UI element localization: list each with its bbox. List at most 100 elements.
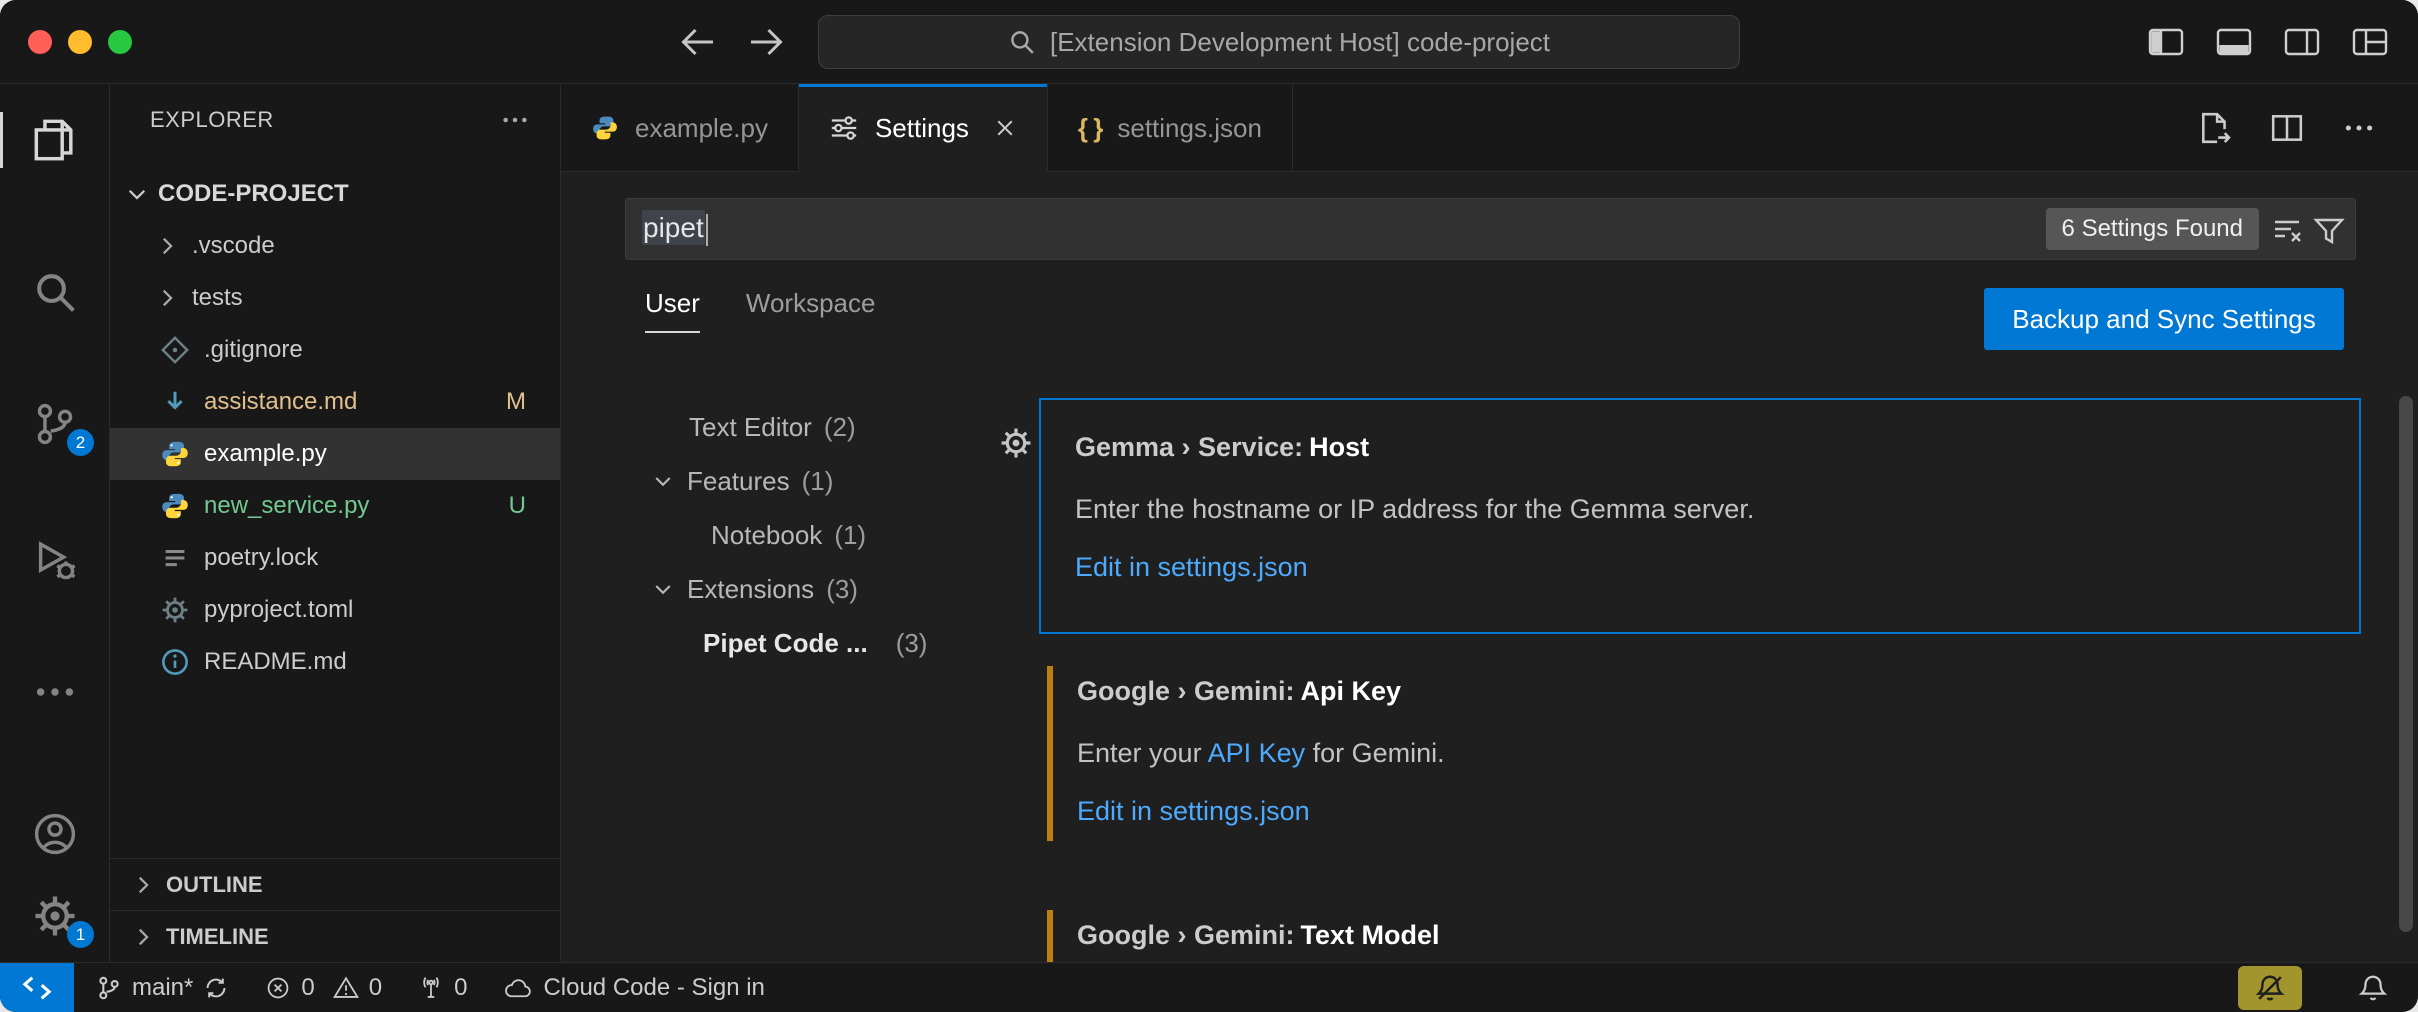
tree-item-pyproject-toml[interactable]: pyproject.toml [110,584,560,636]
navigate-back-button[interactable] [678,20,722,64]
settings-badge: 1 [67,921,94,948]
sync-icon [203,975,229,1001]
command-center[interactable]: [Extension Development Host] code-projec… [818,15,1740,69]
settings-sliders-icon [829,113,859,143]
markdown-file-icon [160,387,190,417]
account-icon [32,811,78,857]
toc-notebook[interactable]: Notebook (1) [561,508,991,562]
chevron-right-icon [130,872,156,898]
tab-label: settings.json [1117,113,1262,144]
git-modified-badge: M [506,388,526,416]
toc-pipet-code[interactable]: Pipet Code ... (3) [561,616,991,670]
edit-in-settings-json-link[interactable]: Edit in settings.json [1075,552,1308,583]
git-untracked-badge: U [509,492,526,520]
titlebar: [Extension Development Host] code-projec… [0,0,2418,84]
remote-indicator-button[interactable] [0,963,74,1012]
errors-icon [265,975,291,1001]
setting-google-gemini-api-key[interactable]: Google › Gemini:Api Key Enter your API K… [1047,666,2357,841]
branch-status-item[interactable]: main* [96,974,229,1002]
files-icon [32,117,78,163]
toc-features[interactable]: Features (1) [561,454,991,508]
python-file-icon [160,439,190,469]
clear-settings-search-button[interactable] [2271,214,2303,246]
setting-google-gemini-text-model[interactable]: Google › Gemini:Text Model [1047,910,2357,962]
setting-actions-gear-button[interactable] [999,426,1033,460]
tree-item-assistance-md[interactable]: assistance.md M [110,376,560,428]
branch-name: main* [132,974,193,1002]
python-file-icon [160,491,190,521]
scope-tab-workspace[interactable]: Workspace [746,288,876,331]
tree-item-example-py[interactable]: example.py [110,428,560,480]
settings-search-input[interactable]: pipet 6 Settings Found [625,198,2356,260]
editor-scrollbar[interactable] [2399,396,2413,932]
tab-example-py[interactable]: example.py [561,84,799,172]
setting-title: Gemma › Service:Host [1075,430,2325,464]
arrow-left-icon [678,22,718,62]
info-file-icon [160,647,190,677]
split-editor-button[interactable] [2270,111,2304,145]
activity-search-button[interactable] [0,260,110,324]
more-editor-actions-button[interactable] [2342,111,2376,145]
navigate-forward-button[interactable] [746,20,790,64]
filter-settings-button[interactable] [2313,214,2345,246]
scope-tab-user[interactable]: User [645,288,700,333]
explorer-title: EXPLORER [150,107,274,133]
git-branch-icon [96,975,122,1001]
problems-status-item[interactable]: 0 0 [265,974,382,1002]
tree-root-code-project[interactable]: CODE-PROJECT [110,168,560,220]
config-file-icon [160,595,190,625]
backup-sync-settings-button[interactable]: Backup and Sync Settings [1984,288,2344,350]
toggle-primary-sidebar-button[interactable] [2144,22,2188,62]
close-tab-button[interactable] [993,116,1017,140]
chevron-down-icon [651,469,675,493]
forwarded-ports-count: 0 [454,974,467,1002]
tree-item-new-service-py[interactable]: new_service.py U [110,480,560,532]
editor-actions [2198,84,2418,171]
macos-window-controls [28,30,132,54]
toc-extensions[interactable]: Extensions (3) [561,562,991,616]
setting-gemma-service-host[interactable]: Gemma › Service:Host Enter the hostname … [1039,398,2361,634]
timeline-section-header[interactable]: TIMELINE [110,910,560,962]
ellipsis-icon [500,105,530,135]
api-key-link[interactable]: API Key [1208,738,1306,768]
search-icon [32,269,78,315]
activity-source-control-button[interactable]: 2 [0,392,110,456]
tab-label: example.py [635,113,768,144]
tree-item-gitignore[interactable]: .gitignore [110,324,560,376]
editor-tab-bar: example.py Settings { } settings.json [561,84,2418,172]
search-icon [1008,28,1036,56]
accounts-button[interactable] [0,802,110,866]
outline-section-header[interactable]: OUTLINE [110,858,560,910]
toggle-secondary-sidebar-button[interactable] [2280,22,2324,62]
activity-explorer-button[interactable] [0,108,110,172]
activity-run-debug-button[interactable] [0,528,110,592]
remote-icon [22,973,52,1003]
settings-scope-tabs: User Workspace [645,288,875,344]
tab-settings-json[interactable]: { } settings.json [1048,84,1293,172]
toc-text-editor[interactable]: Text Editor (2) [561,400,991,454]
edit-in-settings-json-link[interactable]: Edit in settings.json [1077,796,1310,827]
setting-title: Google › Gemini:Api Key [1077,674,2357,708]
notifications-bell-button[interactable] [2358,973,2388,1003]
tree-item-readme-md[interactable]: README.md [110,636,560,688]
activity-more-button[interactable] [0,660,110,724]
toggle-panel-button[interactable] [2212,22,2256,62]
settings-editor: pipet 6 Settings Found User Workspace Ba… [561,172,2418,962]
manage-settings-button[interactable]: 1 [0,884,110,948]
tree-item-vscode[interactable]: .vscode [110,220,560,272]
close-window-button[interactable] [28,30,52,54]
cloud-code-status-item[interactable]: Cloud Code - Sign in [503,974,764,1002]
explorer-more-actions-button[interactable] [500,105,530,135]
tree-item-tests[interactable]: tests [110,272,560,324]
tree-item-poetry-lock[interactable]: poetry.lock [110,532,560,584]
minimize-window-button[interactable] [68,30,92,54]
zoom-window-button[interactable] [108,30,132,54]
cloud-code-label: Cloud Code - Sign in [543,974,764,1002]
arrow-right-icon [746,22,786,62]
do-not-disturb-button[interactable] [2238,966,2302,1010]
open-settings-json-button[interactable] [2198,111,2232,145]
radio-tower-icon [418,975,444,1001]
ports-status-item[interactable]: 0 [418,974,467,1002]
tab-settings[interactable]: Settings [799,84,1048,172]
customize-layout-button[interactable] [2348,22,2392,62]
